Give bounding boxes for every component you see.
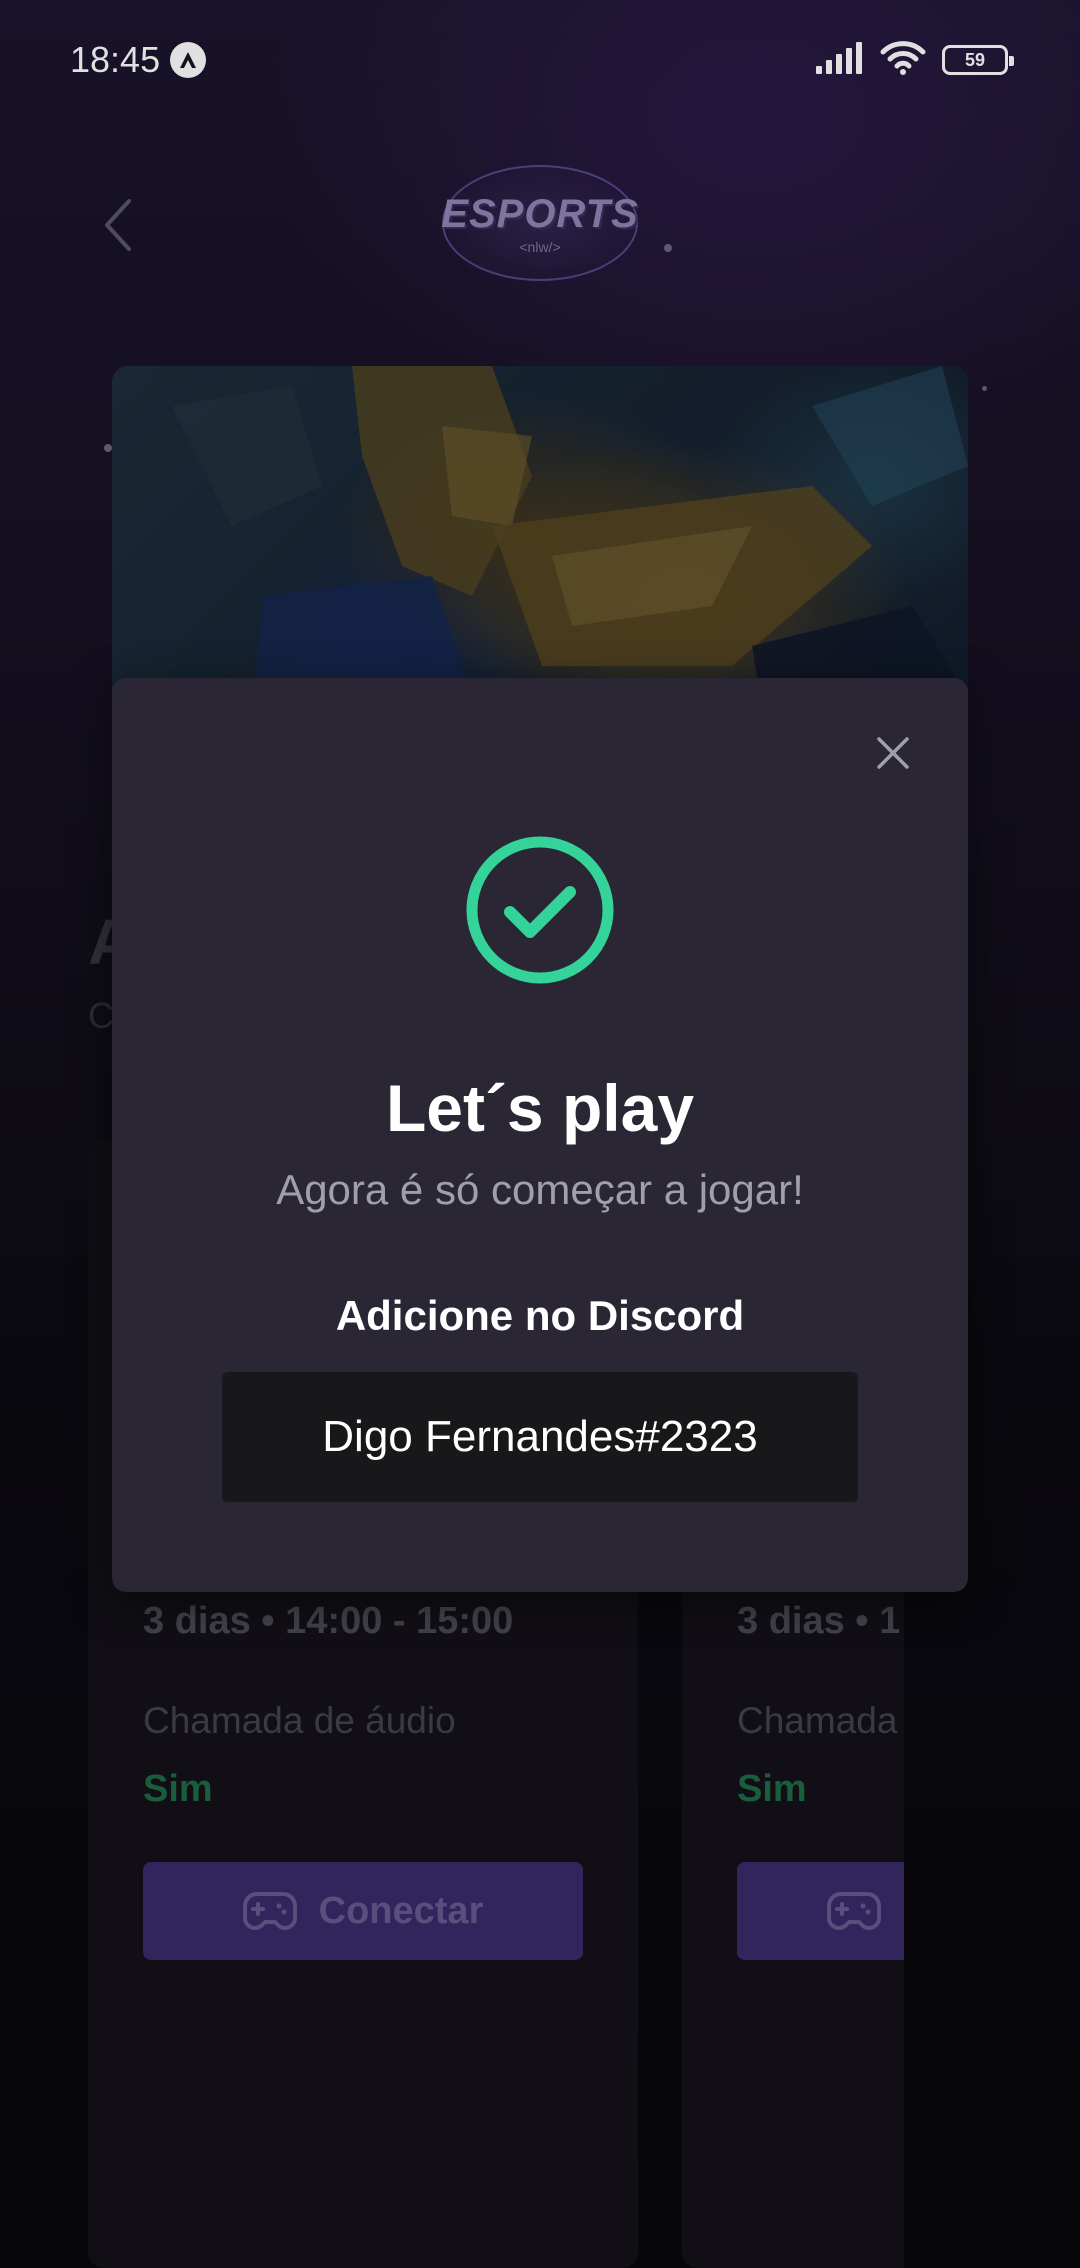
check-circle-icon: [466, 836, 614, 984]
modal-title: Let´s play: [385, 1071, 695, 1145]
close-icon: [877, 737, 909, 769]
close-button[interactable]: [868, 728, 918, 778]
success-modal: Let´s play Agora é só começar a jogar! A…: [112, 678, 968, 1592]
modal-subtitle: Agora é só começar a jogar!: [276, 1166, 804, 1213]
discord-username-field[interactable]: Digo Fernandes#2323: [222, 1372, 858, 1502]
discord-label: Adicione no Discord: [335, 1292, 745, 1339]
